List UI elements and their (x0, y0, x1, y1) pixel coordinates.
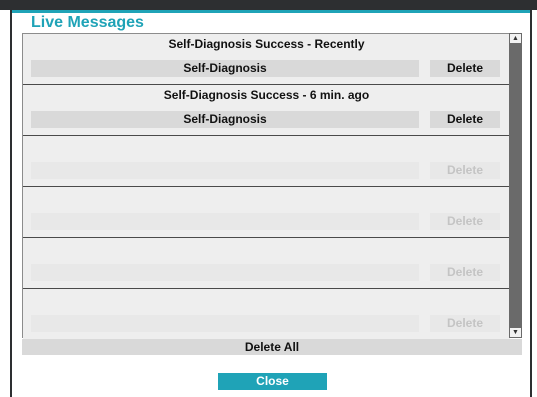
message-action-slot (31, 264, 419, 281)
delete-message-button[interactable]: Delete (430, 60, 500, 77)
delete-all-button[interactable]: Delete All (22, 339, 522, 355)
scroll-down-arrow-icon[interactable]: ▼ (510, 328, 521, 337)
message-row-empty: Delete (23, 136, 510, 187)
delete-message-button-disabled: Delete (430, 315, 500, 332)
message-action-slot (31, 162, 419, 179)
message-row: Self-Diagnosis Success - Recently Self-D… (23, 34, 510, 85)
dialog-frame-left (10, 10, 12, 397)
message-row-empty: Delete (23, 289, 510, 340)
message-action-slot (31, 213, 419, 230)
delete-message-button[interactable]: Delete (430, 111, 500, 128)
message-title: Self-Diagnosis Success - 6 min. ago (163, 88, 370, 102)
message-title: Self-Diagnosis Success - Recently (168, 37, 365, 51)
message-action-slot (31, 315, 419, 332)
delete-message-button-disabled: Delete (430, 213, 500, 230)
close-button[interactable]: Close (218, 373, 327, 390)
scroll-up-arrow-icon[interactable]: ▲ (510, 34, 521, 43)
vertical-scrollbar[interactable]: ▲ ▼ (509, 33, 522, 338)
self-diagnosis-button[interactable]: Self-Diagnosis (31, 60, 419, 77)
message-row-empty: Delete (23, 238, 510, 289)
top-bar (0, 0, 537, 10)
self-diagnosis-button[interactable]: Self-Diagnosis (31, 111, 419, 128)
delete-message-button-disabled: Delete (430, 162, 500, 179)
delete-message-button-disabled: Delete (430, 264, 500, 281)
dialog-frame-right (530, 10, 532, 397)
dialog-title: Live Messages (31, 14, 144, 31)
message-row-empty: Delete (23, 187, 510, 238)
message-list: Self-Diagnosis Success - Recently Self-D… (22, 33, 510, 340)
message-row: Self-Diagnosis Success - 6 min. ago Self… (23, 85, 510, 136)
